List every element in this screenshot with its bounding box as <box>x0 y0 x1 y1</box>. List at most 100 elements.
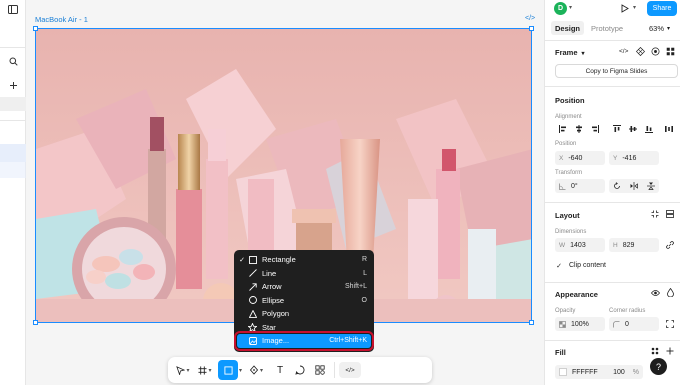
menu-item-line[interactable]: Line L <box>237 267 371 281</box>
width-field[interactable]: W 1403 <box>555 238 605 252</box>
height-field[interactable]: H 829 <box>609 238 659 252</box>
frame-label[interactable]: MacBook Air - 1 <box>35 15 88 24</box>
properties-panel: D ▾ ▾ Share Design Prototype 63% ▾ Frame ▾… <box>544 0 680 385</box>
transform-label: Transform <box>555 170 583 176</box>
text-tool-button[interactable]: T <box>270 360 290 380</box>
component-icon[interactable] <box>636 47 645 56</box>
page-item[interactable] <box>0 97 26 111</box>
styles-icon[interactable] <box>651 347 659 355</box>
comment-icon <box>295 365 305 375</box>
frame-tool-button[interactable]: ▾ <box>194 360 216 380</box>
drop-icon[interactable] <box>667 288 674 297</box>
alignment-label: Alignment <box>555 114 582 120</box>
chevron-down-icon[interactable]: ▾ <box>569 4 572 11</box>
frame-title-text: Frame <box>555 48 578 57</box>
zoom-level[interactable]: 63% ▾ <box>645 21 674 35</box>
mask-icon[interactable] <box>651 47 660 56</box>
chevron-down-icon: ▾ <box>667 25 671 32</box>
rotation-field[interactable]: 0° <box>555 179 605 193</box>
resize-handle[interactable] <box>33 320 38 325</box>
w-prefix: W <box>559 241 566 249</box>
chevron-down-icon[interactable]: ▾ <box>208 367 211 374</box>
help-button[interactable]: ? <box>650 358 667 375</box>
tab-design[interactable]: Design <box>551 21 585 35</box>
align-center-icon[interactable] <box>575 125 583 133</box>
align-right-icon[interactable] <box>591 125 599 133</box>
y-value: -416 <box>622 154 637 162</box>
constrain-proportions-icon[interactable] <box>666 241 674 249</box>
rectangle-icon <box>223 365 233 375</box>
align-bottom-icon[interactable] <box>645 125 653 133</box>
menu-item-image[interactable]: Image... Ctrl+Shift+K <box>234 331 374 351</box>
pen-tool-button[interactable]: ▾ <box>245 360 267 380</box>
chevron-down-icon[interactable]: ▾ <box>633 4 636 11</box>
add-page-button[interactable] <box>0 76 26 94</box>
menu-item-ellipse[interactable]: Ellipse O <box>237 294 371 308</box>
fill-heading: Fill <box>555 348 566 357</box>
menu-item-shortcut: R <box>361 256 367 264</box>
rotate-90-icon[interactable] <box>613 182 621 190</box>
frame-icon <box>198 365 208 375</box>
sidebar-toggle-button[interactable] <box>0 0 26 18</box>
flip-vertical-icon[interactable] <box>646 182 655 190</box>
menu-item-label: Rectangle <box>262 255 296 265</box>
play-icon[interactable] <box>621 4 629 13</box>
tab-prototype[interactable]: Prototype <box>587 21 627 35</box>
menu-item-arrow[interactable]: Arrow Shift+L <box>237 280 371 294</box>
resize-handle[interactable] <box>33 26 38 31</box>
auto-layout-icon[interactable] <box>666 210 674 218</box>
move-tool-button[interactable]: ▾ <box>172 360 194 380</box>
fill-color-field[interactable]: FFFFFF 100 % <box>555 365 643 379</box>
corner-radius-icon <box>613 320 620 327</box>
y-position-field[interactable]: Y -416 <box>609 151 659 165</box>
search-icon <box>9 57 18 66</box>
shape-tool-button[interactable] <box>218 360 238 380</box>
menu-item-rectangle[interactable]: ✓ Rectangle R <box>237 253 371 267</box>
panel-divider <box>545 40 680 41</box>
independent-corners-icon[interactable] <box>666 320 674 328</box>
resize-handle[interactable] <box>529 26 534 31</box>
panel-divider <box>545 86 680 87</box>
layer-item-selected[interactable] <box>0 144 26 162</box>
canvas[interactable]: MacBook Air - 1 </> ✓ Rectangle R Line L… <box>26 0 544 385</box>
distribute-icon[interactable] <box>665 125 673 133</box>
eye-icon[interactable] <box>651 289 660 297</box>
share-button[interactable]: Share <box>647 1 677 16</box>
corner-radius-field[interactable]: 0 <box>609 317 659 331</box>
chevron-down-icon[interactable]: ▾ <box>239 367 242 374</box>
flip-horizontal-icon[interactable] <box>630 182 638 190</box>
align-left-icon[interactable] <box>559 125 567 133</box>
add-fill-icon[interactable] <box>666 347 674 355</box>
corner-radius-label: Corner radius <box>609 308 646 314</box>
align-middle-icon[interactable] <box>629 125 637 133</box>
x-position-field[interactable]: X -640 <box>555 151 605 165</box>
chevron-down-icon[interactable]: ▾ <box>186 367 189 374</box>
fill-opacity-value: 100 <box>613 368 625 376</box>
pen-icon <box>249 365 259 375</box>
chevron-down-icon[interactable]: ▾ <box>260 367 263 374</box>
opacity-field[interactable]: 100% <box>555 317 605 331</box>
rectangle-icon <box>247 254 258 265</box>
menu-item-polygon[interactable]: Polygon <box>237 307 371 321</box>
color-swatch[interactable] <box>559 368 567 376</box>
actions-button[interactable] <box>310 360 330 380</box>
comment-tool-button[interactable] <box>290 360 310 380</box>
search-button[interactable] <box>0 52 26 70</box>
layer-item[interactable] <box>0 162 26 178</box>
frame-title[interactable]: Frame ▾ <box>555 48 585 57</box>
resize-handle[interactable] <box>529 320 534 325</box>
clip-content-checkbox[interactable]: ✓ <box>555 262 563 270</box>
menu-item-star[interactable]: Star <box>237 321 371 335</box>
code-icon[interactable]: </> <box>619 48 628 55</box>
align-top-icon[interactable] <box>613 125 621 133</box>
alignment-row <box>555 123 677 135</box>
copy-to-slides-button[interactable]: Copy to Figma Slides <box>555 64 678 78</box>
avatar[interactable]: D <box>554 2 567 15</box>
resize-to-fit-icon[interactable] <box>651 210 659 218</box>
menu-item-label: Image... <box>262 336 290 346</box>
position-heading: Position <box>555 96 585 105</box>
variants-icon[interactable] <box>666 47 675 56</box>
image-icon <box>247 335 258 346</box>
dev-mode-button[interactable]: </> <box>339 362 362 378</box>
frame-code-icon[interactable]: </> <box>525 15 535 22</box>
